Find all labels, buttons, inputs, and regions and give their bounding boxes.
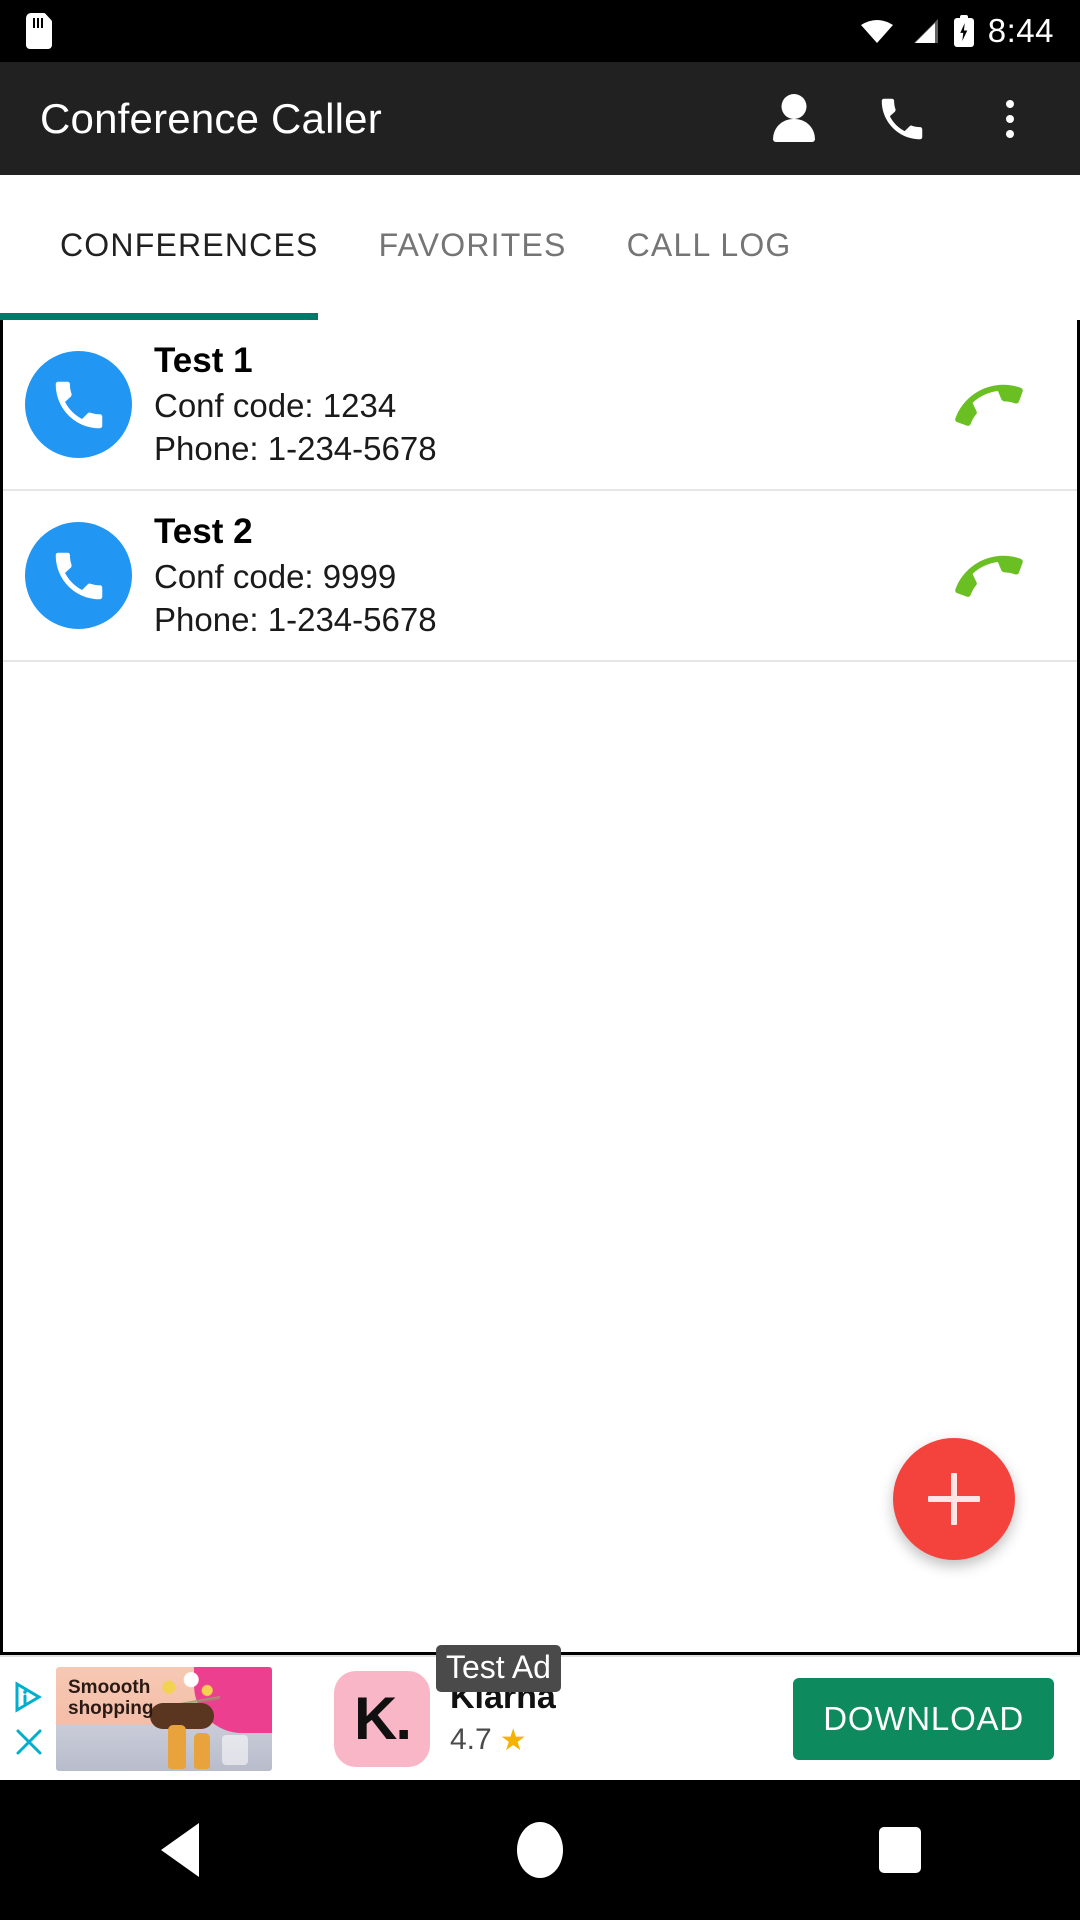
app-bar-actions [764, 89, 1040, 149]
wifi-icon [860, 18, 894, 44]
conference-phone: Phone: 1-234-5678 [154, 429, 437, 467]
ad-banner[interactable]: Smoooth shopping K. Klarna Test Ad 4.7 ★ … [0, 1645, 1080, 1780]
conference-list: Test 1 Conf code: 1234 Phone: 1-234-5678… [0, 320, 1080, 1655]
ad-creative-image[interactable]: Smoooth shopping [56, 1666, 272, 1771]
conference-name: Test 1 [154, 340, 253, 380]
phone-avatar-icon [25, 351, 132, 458]
star-icon: ★ [499, 1723, 527, 1757]
conference-details: Test 2 Conf code: 9999 Phone: 1-234-5678 [154, 511, 437, 640]
tab-call-log[interactable]: CALL LOG [597, 175, 822, 316]
call-button[interactable] [949, 365, 1029, 445]
home-button[interactable] [480, 1790, 600, 1910]
app-bar: Conference Caller [0, 62, 1080, 175]
table-row[interactable]: Test 2 Conf code: 9999 Phone: 1-234-5678 [3, 491, 1077, 662]
plus-icon [928, 1473, 980, 1525]
ad-rating: 4.7 ★ [450, 1723, 660, 1758]
navigation-bar [0, 1780, 1080, 1920]
call-button[interactable] [949, 536, 1029, 616]
recents-button[interactable] [840, 1790, 960, 1910]
ad-rating-value: 4.7 [450, 1723, 492, 1757]
ad-info: Klarna Test Ad 4.7 ★ [436, 1645, 660, 1758]
test-ad-badge: Test Ad [436, 1645, 561, 1693]
adchoices-icon[interactable] [13, 1680, 45, 1713]
tab-bar: CONFERENCES FAVORITES CALL LOG [0, 175, 1080, 320]
back-triangle-icon [161, 1823, 199, 1877]
phone-icon [881, 98, 923, 139]
ad-marks [6, 1680, 52, 1757]
download-button[interactable]: DOWNLOAD [793, 1677, 1054, 1760]
phone-screen: 8:44 Conference Caller CONFERENCES FAVOR… [0, 0, 1080, 1920]
conference-details: Test 1 Conf code: 1234 Phone: 1-234-5678 [154, 340, 437, 469]
overflow-menu-button[interactable] [980, 89, 1040, 149]
recents-square-icon [879, 1827, 921, 1873]
phone-avatar-icon [25, 522, 132, 629]
status-bar-right: 8:44 [860, 12, 1054, 50]
back-button[interactable] [120, 1790, 240, 1910]
status-bar-clock: 8:44 [987, 12, 1054, 49]
close-icon[interactable] [14, 1727, 44, 1757]
tab-conferences[interactable]: CONFERENCES [30, 175, 349, 316]
ad-app-logo: K. [334, 1670, 430, 1767]
call-handset-icon [955, 555, 1023, 597]
overflow-menu-icon [1006, 99, 1014, 138]
conference-code: Conf code: 9999 [154, 557, 397, 595]
status-bar: 8:44 [0, 0, 1080, 62]
cellular-signal-icon [908, 18, 940, 44]
conference-code: Conf code: 1234 [154, 386, 397, 424]
person-icon [772, 93, 816, 144]
conference-name: Test 2 [154, 511, 253, 551]
call-handset-icon [955, 384, 1023, 426]
contacts-button[interactable] [764, 89, 824, 149]
table-row[interactable]: Test 1 Conf code: 1234 Phone: 1-234-5678 [3, 320, 1077, 491]
dialer-button[interactable] [872, 89, 932, 149]
page-title: Conference Caller [40, 94, 382, 142]
tab-favorites[interactable]: FAVORITES [349, 175, 597, 316]
sd-card-icon [26, 13, 52, 49]
ad-image-headline: Smoooth shopping [68, 1676, 154, 1720]
add-conference-fab[interactable] [893, 1438, 1015, 1560]
tab-row: CONFERENCES FAVORITES CALL LOG [0, 175, 1080, 316]
status-bar-left [26, 13, 52, 49]
tab-active-indicator [0, 313, 318, 320]
battery-charging-icon [953, 15, 974, 47]
conference-phone: Phone: 1-234-5678 [154, 600, 437, 638]
home-circle-icon [517, 1822, 563, 1878]
